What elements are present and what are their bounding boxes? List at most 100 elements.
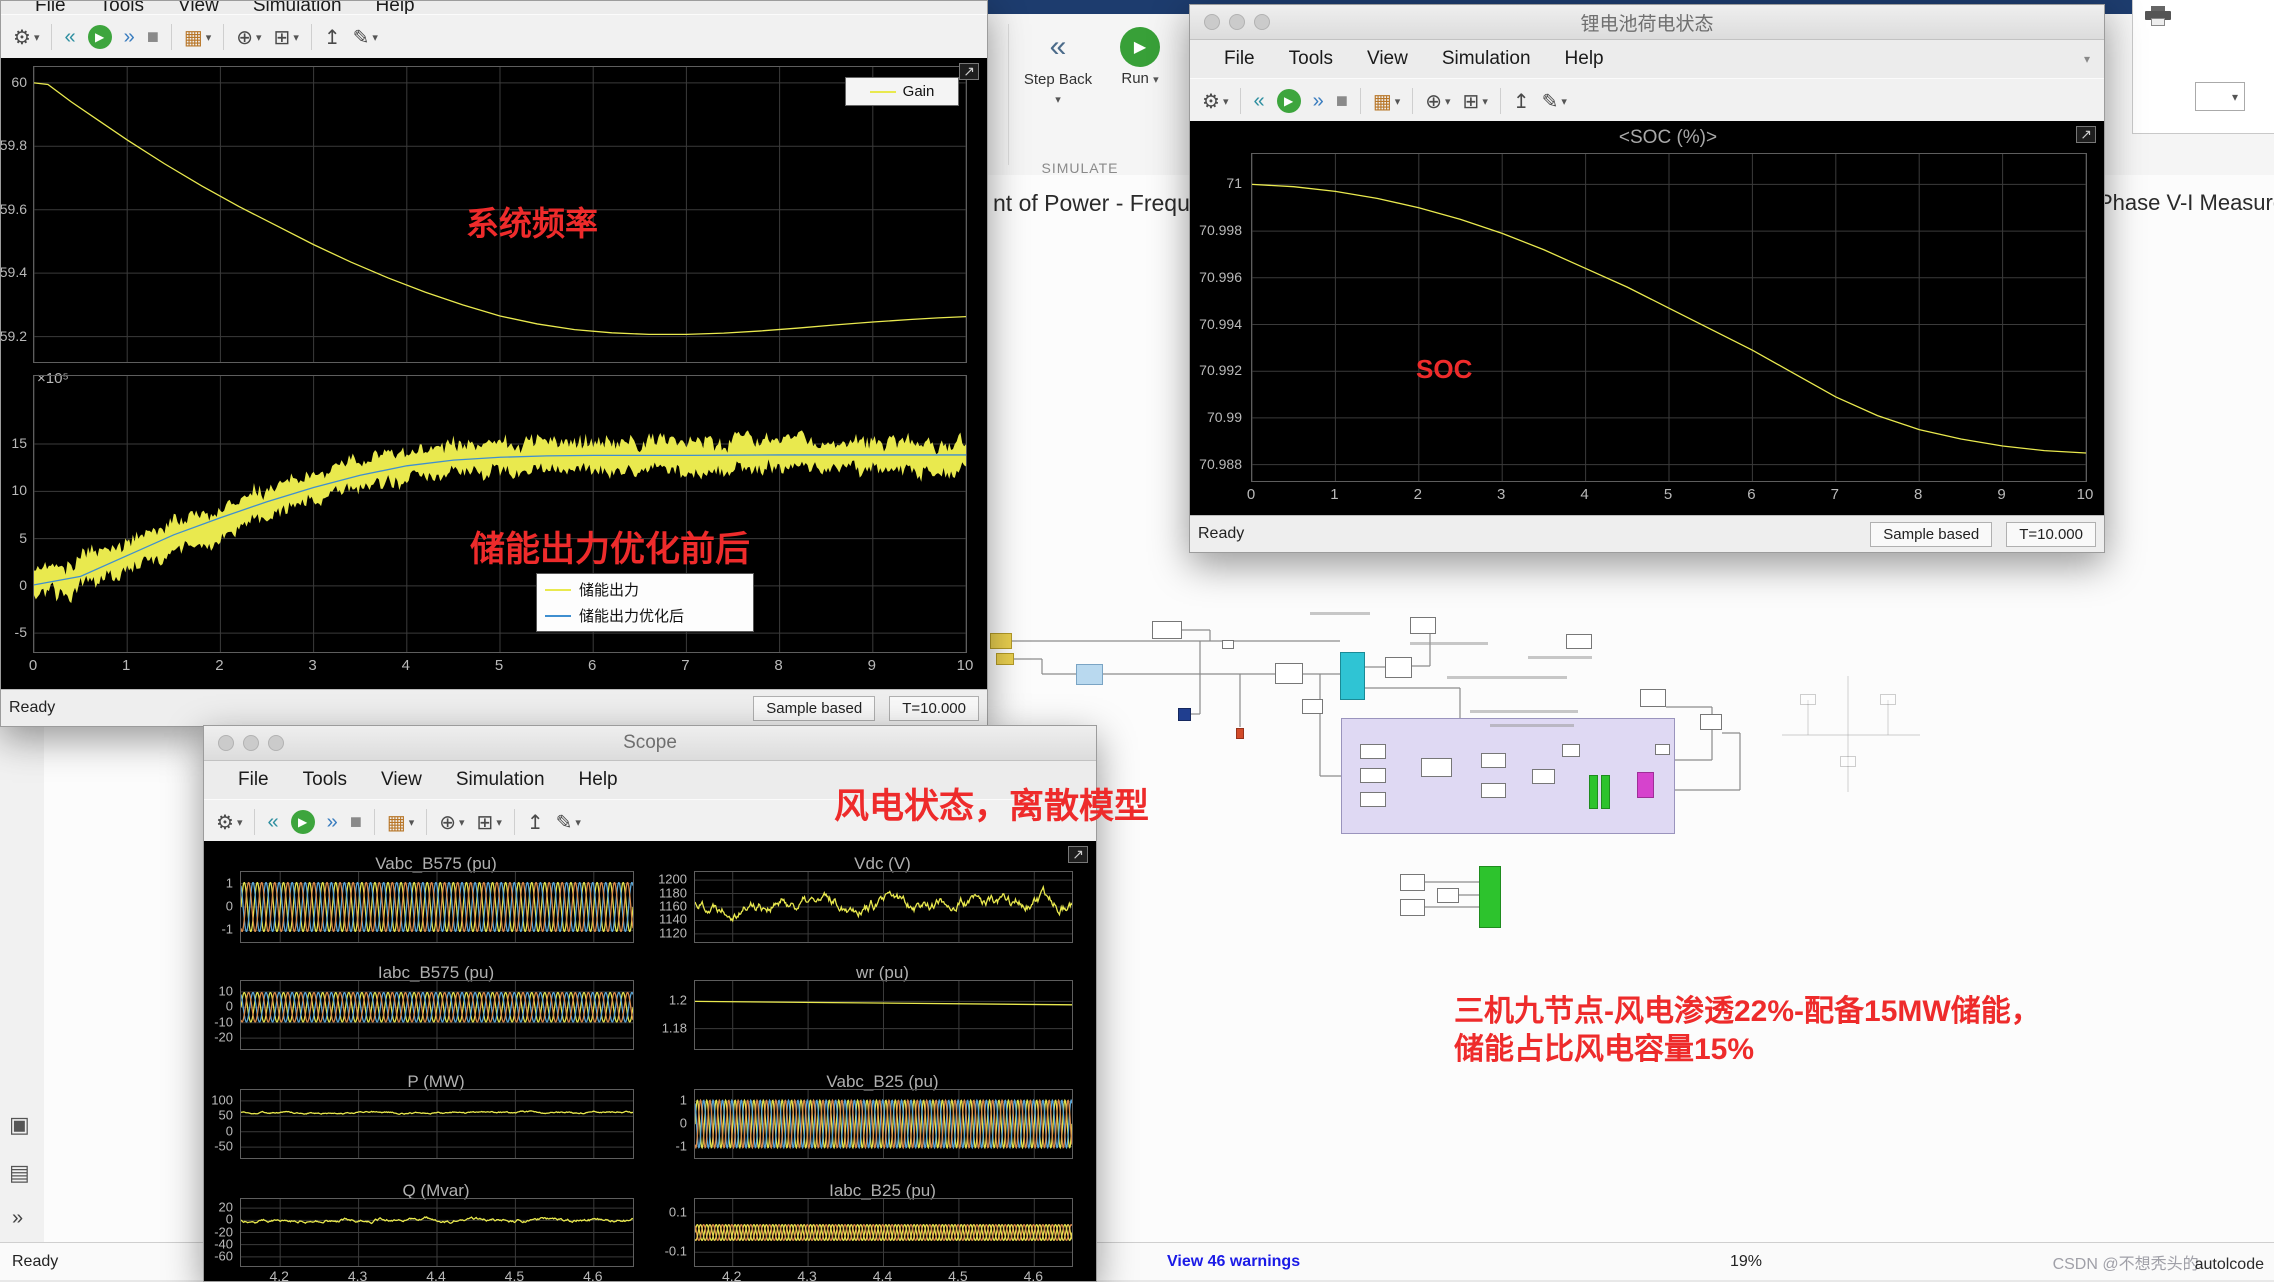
- simulink-block[interactable]: [1700, 714, 1722, 730]
- simulink-block[interactable]: [1589, 775, 1598, 809]
- simulink-block[interactable]: [996, 653, 1014, 665]
- layout-icon[interactable]: ▦▾: [387, 810, 414, 835]
- simulink-block[interactable]: [1479, 866, 1501, 928]
- close-button[interactable]: [1204, 14, 1220, 30]
- menu-simulation[interactable]: Simulation: [456, 769, 545, 791]
- simulink-block[interactable]: [1800, 694, 1816, 705]
- menu-file[interactable]: File: [1224, 48, 1255, 70]
- simulink-block[interactable]: [1481, 753, 1506, 768]
- menu-simulation[interactable]: Simulation: [1442, 48, 1531, 70]
- scale-axes-icon[interactable]: ⊞▾: [477, 810, 502, 835]
- simulink-block[interactable]: [1360, 744, 1386, 759]
- simulink-block[interactable]: [1840, 756, 1856, 767]
- simulink-block[interactable]: [1152, 621, 1182, 639]
- run-icon[interactable]: ▶: [291, 810, 315, 834]
- simulink-block[interactable]: [990, 633, 1012, 649]
- menu-view[interactable]: View: [178, 1, 219, 14]
- settings-icon[interactable]: ⚙▾: [1202, 89, 1228, 114]
- simulink-block[interactable]: [1566, 634, 1592, 649]
- simulink-block[interactable]: [1076, 664, 1103, 685]
- undock-icon[interactable]: ↗: [959, 63, 979, 80]
- zoom-button[interactable]: [1254, 14, 1270, 30]
- simulink-block[interactable]: [1400, 874, 1425, 891]
- simulink-block[interactable]: [1410, 617, 1436, 634]
- annotation-palette-icon[interactable]: ▣: [9, 1112, 30, 1138]
- stop-icon[interactable]: ■: [350, 811, 362, 834]
- layout-icon[interactable]: ▦▾: [1373, 89, 1400, 114]
- step-back-button[interactable]: « Step Back ▾: [1020, 26, 1096, 110]
- screenshot-palette-icon[interactable]: ▤: [9, 1160, 30, 1186]
- minimize-button[interactable]: [1229, 14, 1245, 30]
- undock-icon[interactable]: ↗: [1068, 846, 1088, 863]
- trigger-icon[interactable]: ↥: [527, 810, 544, 835]
- simulink-block[interactable]: [1601, 775, 1610, 809]
- zoom-icon[interactable]: ⊕▾: [1425, 89, 1450, 114]
- zoom-button[interactable]: [268, 735, 284, 751]
- step-back-icon[interactable]: «: [64, 26, 75, 49]
- menu-tools[interactable]: Tools: [100, 1, 144, 14]
- simulink-block[interactable]: [1360, 768, 1386, 783]
- simulink-block[interactable]: [1275, 663, 1303, 684]
- scale-axes-icon[interactable]: ⊞▾: [1463, 89, 1488, 114]
- trigger-icon[interactable]: ↥: [1513, 89, 1530, 114]
- menu-simulation[interactable]: Simulation: [253, 1, 342, 14]
- menu-help[interactable]: Help: [376, 1, 415, 14]
- simulink-block[interactable]: [1640, 689, 1666, 707]
- step-back-icon[interactable]: «: [1253, 90, 1264, 113]
- run-icon[interactable]: ▶: [1277, 89, 1301, 113]
- zoom-icon[interactable]: ⊕▾: [439, 810, 464, 835]
- step-forward-icon[interactable]: »: [124, 26, 135, 49]
- menu-view[interactable]: View: [381, 769, 422, 791]
- warnings-link[interactable]: View 46 warnings: [1167, 1253, 1300, 1271]
- subplot-y-axis: 200-20-40-60: [204, 1198, 237, 1265]
- menu-overflow-icon[interactable]: ▾: [2084, 52, 2090, 66]
- menu-tools[interactable]: Tools: [303, 769, 347, 791]
- print-icon[interactable]: [2145, 6, 2171, 28]
- close-button[interactable]: [218, 735, 234, 751]
- stop-icon[interactable]: ■: [147, 26, 159, 49]
- run-button[interactable]: ▶ Run ▾: [1102, 26, 1178, 90]
- step-forward-icon[interactable]: »: [327, 811, 338, 834]
- simulink-block[interactable]: [1385, 657, 1412, 678]
- measurements-icon[interactable]: ✎▾: [353, 25, 378, 50]
- run-icon[interactable]: ▶: [88, 25, 112, 49]
- simulink-block[interactable]: [1302, 699, 1323, 714]
- trigger-icon[interactable]: ↥: [324, 25, 341, 50]
- minimize-button[interactable]: [243, 735, 259, 751]
- expand-palette-icon[interactable]: »: [12, 1207, 23, 1230]
- simulink-block[interactable]: [1437, 888, 1459, 903]
- stop-icon[interactable]: ■: [1336, 90, 1348, 113]
- measurements-icon[interactable]: ✎▾: [556, 810, 581, 835]
- simulink-block[interactable]: [1655, 744, 1670, 755]
- menu-file[interactable]: File: [238, 769, 269, 791]
- simulink-block[interactable]: [1562, 744, 1580, 757]
- simulink-block[interactable]: [1341, 718, 1675, 834]
- x-tick-label: 0: [29, 657, 37, 674]
- simulink-block[interactable]: [1236, 728, 1244, 739]
- settings-icon[interactable]: ⚙▾: [13, 25, 39, 50]
- measurements-icon[interactable]: ✎▾: [1542, 89, 1567, 114]
- simulink-block[interactable]: [1400, 899, 1425, 916]
- menu-help[interactable]: Help: [579, 769, 618, 791]
- undock-icon[interactable]: ↗: [2076, 126, 2096, 143]
- step-back-icon[interactable]: «: [267, 811, 278, 834]
- simulink-block[interactable]: [1222, 640, 1234, 649]
- step-forward-icon[interactable]: »: [1313, 90, 1324, 113]
- layout-icon[interactable]: ▦▾: [184, 25, 211, 50]
- settings-icon[interactable]: ⚙▾: [216, 810, 242, 835]
- zoom-icon[interactable]: ⊕▾: [236, 25, 261, 50]
- simulink-block[interactable]: [1532, 769, 1555, 784]
- simulink-block[interactable]: [1481, 783, 1506, 798]
- simulink-block[interactable]: [1360, 792, 1386, 807]
- simulink-block[interactable]: [1637, 772, 1654, 798]
- menu-view[interactable]: View: [1367, 48, 1408, 70]
- simulink-block[interactable]: [1340, 652, 1365, 700]
- scale-axes-icon[interactable]: ⊞▾: [274, 25, 299, 50]
- simulink-block[interactable]: [1880, 694, 1896, 705]
- menu-tools[interactable]: Tools: [1289, 48, 1333, 70]
- simulink-block[interactable]: [1421, 758, 1452, 777]
- menu-help[interactable]: Help: [1565, 48, 1604, 70]
- dropdown-arrow[interactable]: ▾: [2195, 82, 2245, 111]
- simulink-block[interactable]: [1178, 708, 1191, 721]
- menu-file[interactable]: File: [35, 1, 66, 14]
